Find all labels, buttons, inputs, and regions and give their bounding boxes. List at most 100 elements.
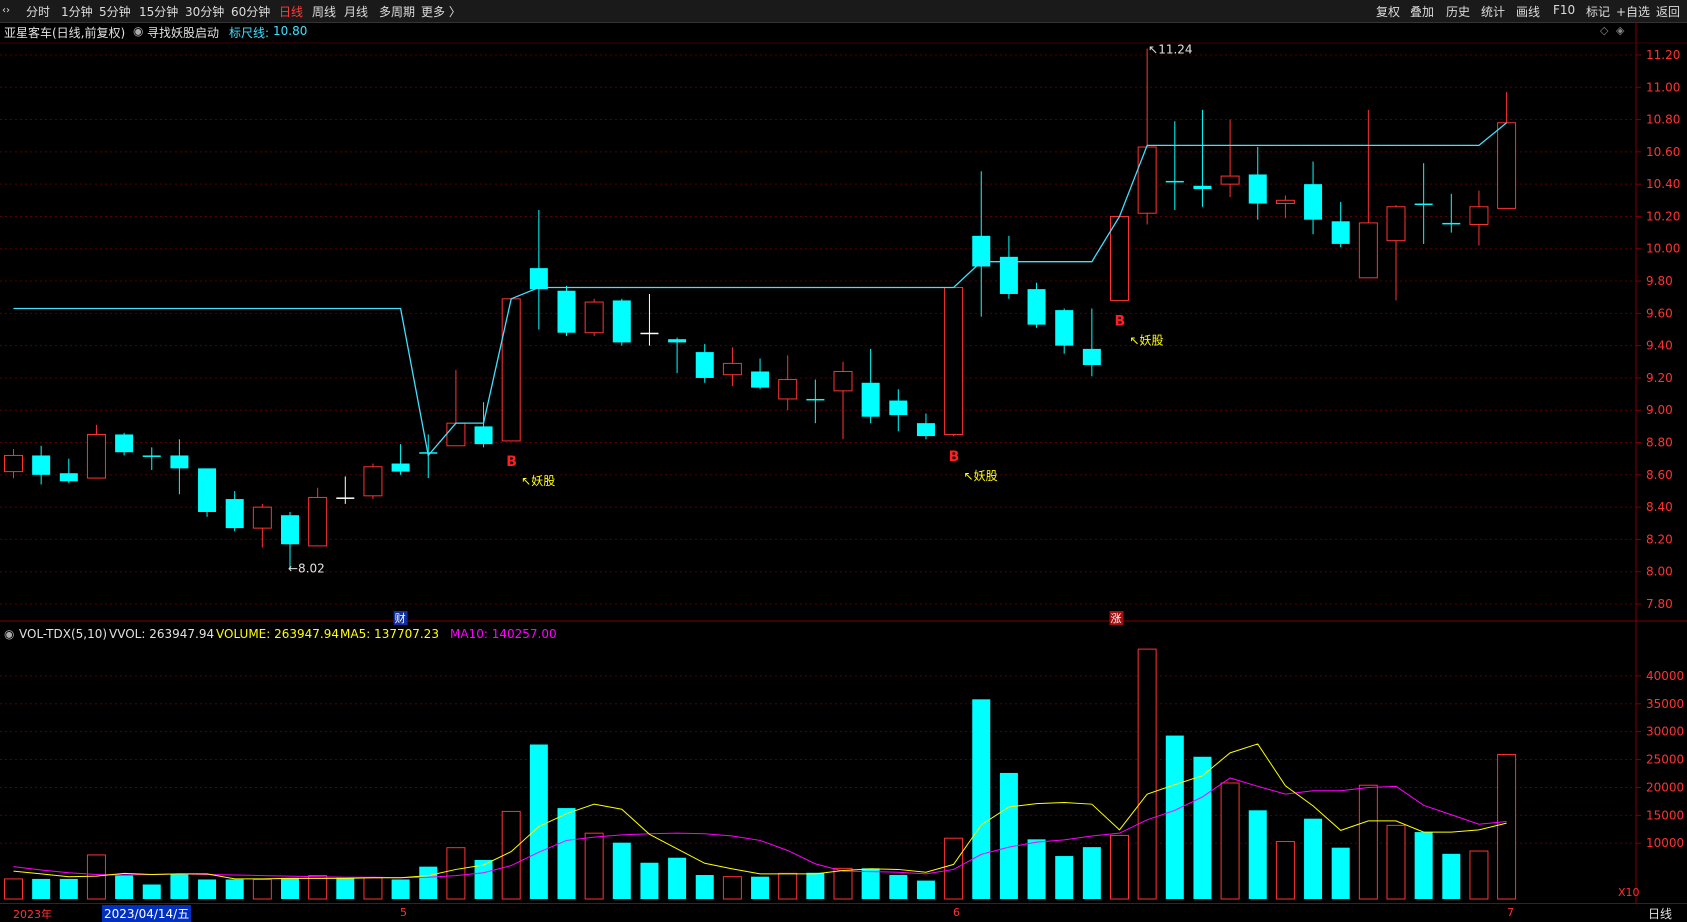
candle-body bbox=[695, 352, 714, 378]
candle-body bbox=[1304, 184, 1323, 220]
candle-body bbox=[1082, 348, 1101, 366]
volume-bar bbox=[1497, 754, 1517, 900]
volume-bar bbox=[1442, 853, 1461, 899]
candle bbox=[1027, 282, 1046, 328]
yaogu-tag: ↖妖股 bbox=[521, 474, 555, 488]
candle-body bbox=[1193, 185, 1212, 189]
candle bbox=[1358, 109, 1378, 279]
candle-body bbox=[916, 423, 935, 437]
buy-signal: B bbox=[506, 454, 517, 470]
candle bbox=[252, 503, 272, 548]
candle-body bbox=[391, 463, 410, 472]
volume-bar bbox=[252, 878, 272, 900]
candle-body bbox=[446, 422, 466, 447]
volume-bar bbox=[1331, 847, 1350, 899]
volume-bar bbox=[751, 876, 770, 899]
volume-bar bbox=[833, 867, 853, 900]
price-axis-label: 8.40 bbox=[1646, 500, 1673, 514]
volume-axis-label: 30000 bbox=[1646, 725, 1684, 739]
candle-body bbox=[1386, 206, 1406, 242]
candle-body bbox=[501, 298, 521, 442]
period-label[interactable]: 日线 bbox=[1648, 905, 1672, 922]
volume-bar bbox=[1358, 784, 1378, 900]
volume-bar bbox=[1248, 810, 1267, 899]
volume-bar bbox=[1304, 818, 1323, 899]
volume-bar bbox=[1469, 850, 1489, 900]
candle-body bbox=[363, 466, 383, 497]
candle-body bbox=[806, 398, 825, 401]
volume-bar bbox=[32, 878, 51, 899]
cursor-date: 2023/04/14/五 bbox=[102, 905, 192, 922]
candle bbox=[972, 171, 991, 317]
candle-body bbox=[1248, 174, 1267, 204]
volume-bar bbox=[1027, 839, 1046, 899]
year-label: 2023年 bbox=[13, 908, 52, 921]
candle bbox=[751, 358, 770, 390]
volume-bar bbox=[501, 810, 521, 900]
candle-body bbox=[308, 496, 328, 547]
candle bbox=[1165, 121, 1184, 210]
candle bbox=[833, 361, 853, 440]
stock-chart[interactable]: 11.20 11.00 10.80 10.60 10.40 10.20 10.00 9.80 9… bbox=[0, 0, 1687, 921]
volume-bar bbox=[1165, 735, 1184, 899]
volume-bar bbox=[668, 857, 687, 899]
candle bbox=[363, 463, 383, 500]
volume-bar bbox=[695, 875, 714, 899]
candle-body bbox=[1331, 221, 1350, 244]
candle-body bbox=[668, 339, 687, 343]
candle bbox=[806, 379, 825, 424]
candle bbox=[944, 287, 964, 437]
volume-bar bbox=[557, 808, 576, 899]
candle-body bbox=[1414, 203, 1433, 206]
price-axis-label: 8.60 bbox=[1646, 468, 1673, 482]
volume-bar bbox=[722, 876, 742, 900]
volume-bar bbox=[142, 884, 161, 899]
volume-bar bbox=[999, 772, 1018, 899]
candle bbox=[115, 432, 134, 456]
candle-body bbox=[198, 468, 217, 512]
candle-body bbox=[751, 371, 770, 388]
candle-body bbox=[1497, 122, 1517, 209]
volume-bar bbox=[170, 874, 189, 899]
candle-body bbox=[1110, 215, 1129, 301]
candle bbox=[1082, 308, 1101, 377]
candle-body bbox=[225, 499, 244, 529]
candle-body bbox=[861, 382, 880, 417]
candle-body bbox=[115, 434, 134, 453]
volume-bar bbox=[446, 847, 466, 900]
volume-bar bbox=[419, 866, 438, 899]
price-axis-label: 10.00 bbox=[1646, 242, 1680, 256]
candle-body bbox=[584, 301, 604, 334]
volume-bar bbox=[1220, 782, 1240, 900]
month-label-6: 6 bbox=[953, 906, 960, 919]
candle-body bbox=[86, 433, 106, 479]
yaogu-tag: ↖妖股 bbox=[1130, 333, 1164, 347]
candle bbox=[584, 298, 604, 336]
volume-axis-label: 35000 bbox=[1646, 697, 1684, 711]
candle bbox=[999, 235, 1018, 299]
candle-body bbox=[1469, 206, 1489, 226]
price-axis-label: 10.40 bbox=[1646, 177, 1680, 191]
volume-bar bbox=[4, 878, 23, 900]
candle bbox=[557, 285, 576, 336]
candle bbox=[501, 298, 521, 442]
price-axis-label: 9.00 bbox=[1646, 403, 1673, 417]
candle-body bbox=[529, 268, 548, 290]
candle-body bbox=[59, 473, 78, 482]
candle-body bbox=[612, 300, 631, 343]
candle-body bbox=[889, 400, 908, 416]
candle-body bbox=[1275, 199, 1295, 205]
price-axis-label: 7.80 bbox=[1646, 597, 1673, 611]
candle bbox=[1248, 147, 1267, 220]
buy-signal: B bbox=[949, 449, 960, 465]
candle bbox=[668, 337, 687, 374]
candle bbox=[142, 447, 161, 470]
volume-bar bbox=[584, 832, 604, 900]
candle bbox=[695, 344, 714, 383]
buy-signal: B bbox=[1115, 313, 1126, 329]
volume-axis-label: 15000 bbox=[1646, 808, 1684, 822]
volume-bar bbox=[1414, 832, 1433, 899]
low-annotation: ←8.02 bbox=[288, 562, 325, 576]
candle bbox=[1055, 308, 1074, 354]
volume-bar bbox=[225, 879, 244, 899]
